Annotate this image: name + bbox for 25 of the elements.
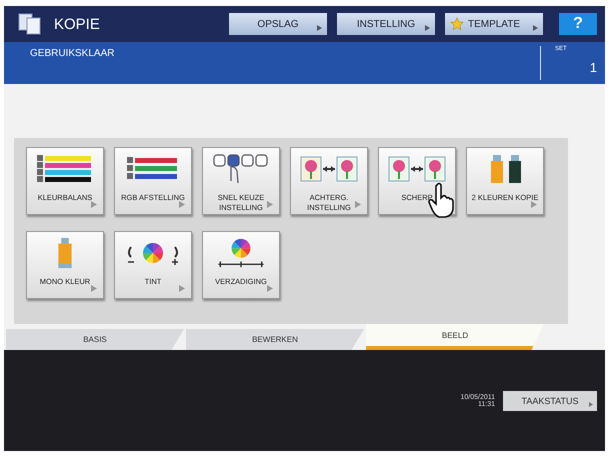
arrow-icon	[425, 25, 430, 31]
star-icon	[450, 17, 464, 31]
header-button[interactable]: INSTELLING	[337, 13, 435, 35]
arrow-icon	[179, 285, 185, 292]
job-status-button[interactable]: TAAKSTATUS	[503, 390, 597, 410]
arrow-icon	[589, 402, 593, 406]
arrow-icon	[91, 285, 97, 292]
arrow-icon	[531, 201, 537, 208]
arrow-icon	[267, 201, 273, 208]
tab[interactable]: BASIS	[6, 329, 184, 350]
arrow-icon	[91, 201, 97, 208]
status-message: GEBRUIKSKLAAR	[29, 47, 114, 61]
arrow-icon	[317, 25, 322, 31]
set-count: 1	[590, 60, 597, 75]
arrow-icon	[355, 201, 361, 208]
tab[interactable]: BEWERKEN	[186, 329, 364, 350]
arrow-icon	[533, 25, 538, 31]
copy-icon	[18, 13, 42, 35]
arrow-icon	[179, 201, 185, 208]
header-button[interactable]: OPSLAG	[229, 13, 327, 35]
header-button[interactable]: TEMPLATE	[445, 13, 543, 35]
window-title: KOPIE	[54, 16, 100, 32]
arrow-icon	[267, 285, 273, 292]
help-button[interactable]: ?	[559, 13, 597, 35]
tab[interactable]: BEELD	[366, 324, 544, 350]
